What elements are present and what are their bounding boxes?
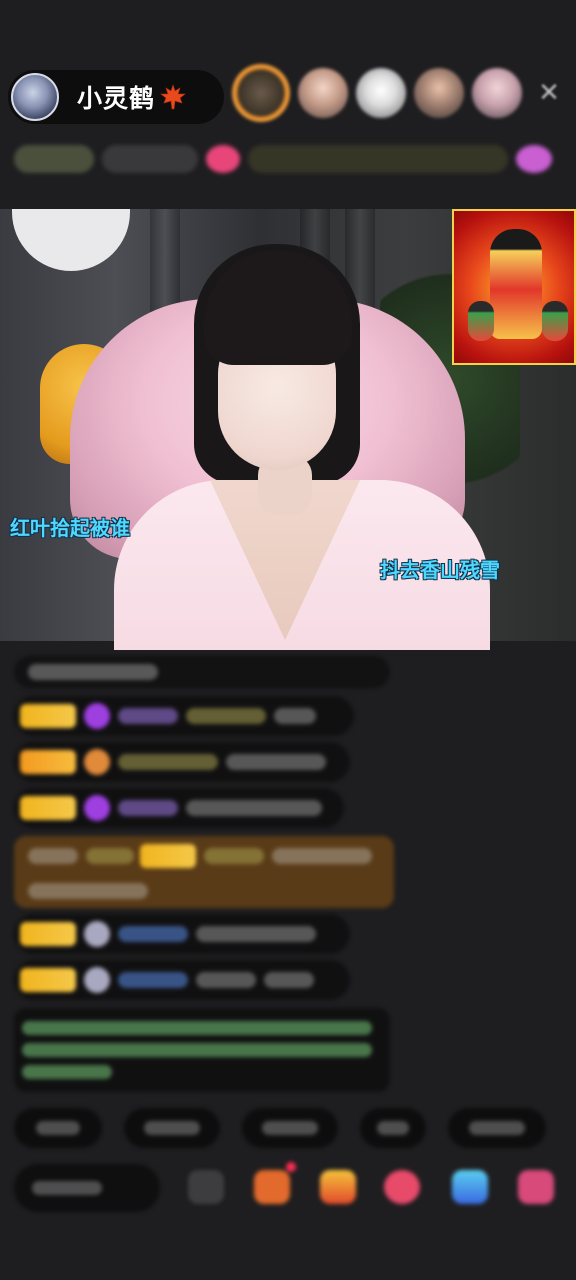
quick-reply-chip[interactable]	[14, 1108, 102, 1148]
chat-message	[14, 788, 344, 828]
fan-badge-icon	[84, 795, 110, 821]
info-chip[interactable]	[516, 145, 552, 173]
info-chip[interactable]	[248, 145, 508, 173]
info-chip[interactable]	[206, 145, 240, 173]
host-avatar[interactable]	[11, 73, 59, 121]
shop-icon[interactable]	[254, 1170, 290, 1204]
chat-message	[14, 914, 350, 954]
fan-badge-icon	[84, 703, 110, 729]
caishen-sticker[interactable]	[452, 209, 576, 365]
caishen-child	[542, 301, 568, 341]
chat-username[interactable]	[118, 926, 188, 942]
chat-text	[272, 848, 372, 864]
chat-text	[86, 848, 134, 864]
comment-input[interactable]	[14, 1164, 160, 1212]
chat-message	[14, 656, 390, 688]
level-badge	[20, 968, 76, 992]
host-name: 小灵鹤	[77, 84, 156, 113]
info-chip[interactable]	[102, 145, 198, 173]
chat-text	[28, 848, 78, 864]
close-icon[interactable]: ✕	[534, 78, 564, 108]
chat-text	[196, 972, 256, 988]
chat-message	[14, 742, 350, 782]
level-badge	[20, 750, 76, 774]
fan-badge-icon	[84, 749, 110, 775]
chat-username[interactable]	[118, 754, 218, 770]
level-badge	[20, 704, 76, 728]
danmu-text: 红叶拾起被谁	[10, 516, 130, 540]
chat-text	[226, 754, 326, 770]
quick-reply-chip[interactable]	[448, 1108, 546, 1148]
interact-icon[interactable]	[384, 1170, 420, 1204]
quick-reply-chip[interactable]	[242, 1108, 338, 1148]
chat-text	[196, 926, 316, 942]
chat-username[interactable]	[118, 800, 178, 816]
chat-message	[14, 696, 354, 736]
emoji-icon[interactable]	[188, 1170, 224, 1204]
chat-message-highlight	[14, 836, 394, 908]
caishen-figure	[490, 229, 542, 339]
chat-username[interactable]	[204, 848, 264, 864]
maple-leaf-icon	[160, 84, 186, 110]
notice-text	[22, 1065, 112, 1079]
bottom-action-bar	[14, 1162, 576, 1214]
info-bar	[14, 140, 562, 178]
level-badge	[140, 844, 196, 868]
quick-reply-chip[interactable]	[124, 1108, 220, 1148]
system-notice	[14, 1008, 390, 1092]
viewer-avatar[interactable]	[414, 68, 464, 118]
chat-text	[28, 664, 158, 680]
chat-text	[264, 972, 314, 988]
lamp-shade	[12, 209, 130, 271]
viewer-avatar-strip	[232, 64, 522, 122]
viewer-avatar[interactable]	[472, 68, 522, 118]
quick-reply-bar	[14, 1108, 576, 1152]
notice-text	[22, 1021, 372, 1035]
viewer-avatar[interactable]	[356, 68, 406, 118]
notice-text	[22, 1043, 372, 1057]
chat-username[interactable]	[118, 708, 178, 724]
caishen-child	[468, 301, 494, 341]
danmu-text: 抖去香山残雪	[380, 558, 500, 582]
info-chip[interactable]	[14, 145, 94, 173]
notification-dot	[286, 1162, 296, 1172]
level-badge	[20, 922, 76, 946]
share-icon[interactable]	[452, 1170, 488, 1204]
more-icon[interactable]	[518, 1170, 554, 1204]
fan-badge-icon	[84, 921, 110, 947]
level-badge	[20, 796, 76, 820]
live-header: 小灵鹤 ✕	[0, 62, 576, 128]
viewer-avatar[interactable]	[298, 68, 348, 118]
viewer-avatar[interactable]	[232, 64, 290, 122]
chat-text	[186, 708, 266, 724]
chat-text	[274, 708, 316, 724]
chat-username[interactable]	[118, 972, 188, 988]
chat-text	[186, 800, 322, 816]
host-info-pill[interactable]: 小灵鹤	[8, 70, 224, 124]
chat-message	[14, 960, 350, 1000]
fan-badge-icon	[84, 967, 110, 993]
gift-icon[interactable]	[320, 1170, 356, 1204]
chat-text	[28, 883, 148, 899]
quick-reply-chip[interactable]	[360, 1108, 426, 1148]
